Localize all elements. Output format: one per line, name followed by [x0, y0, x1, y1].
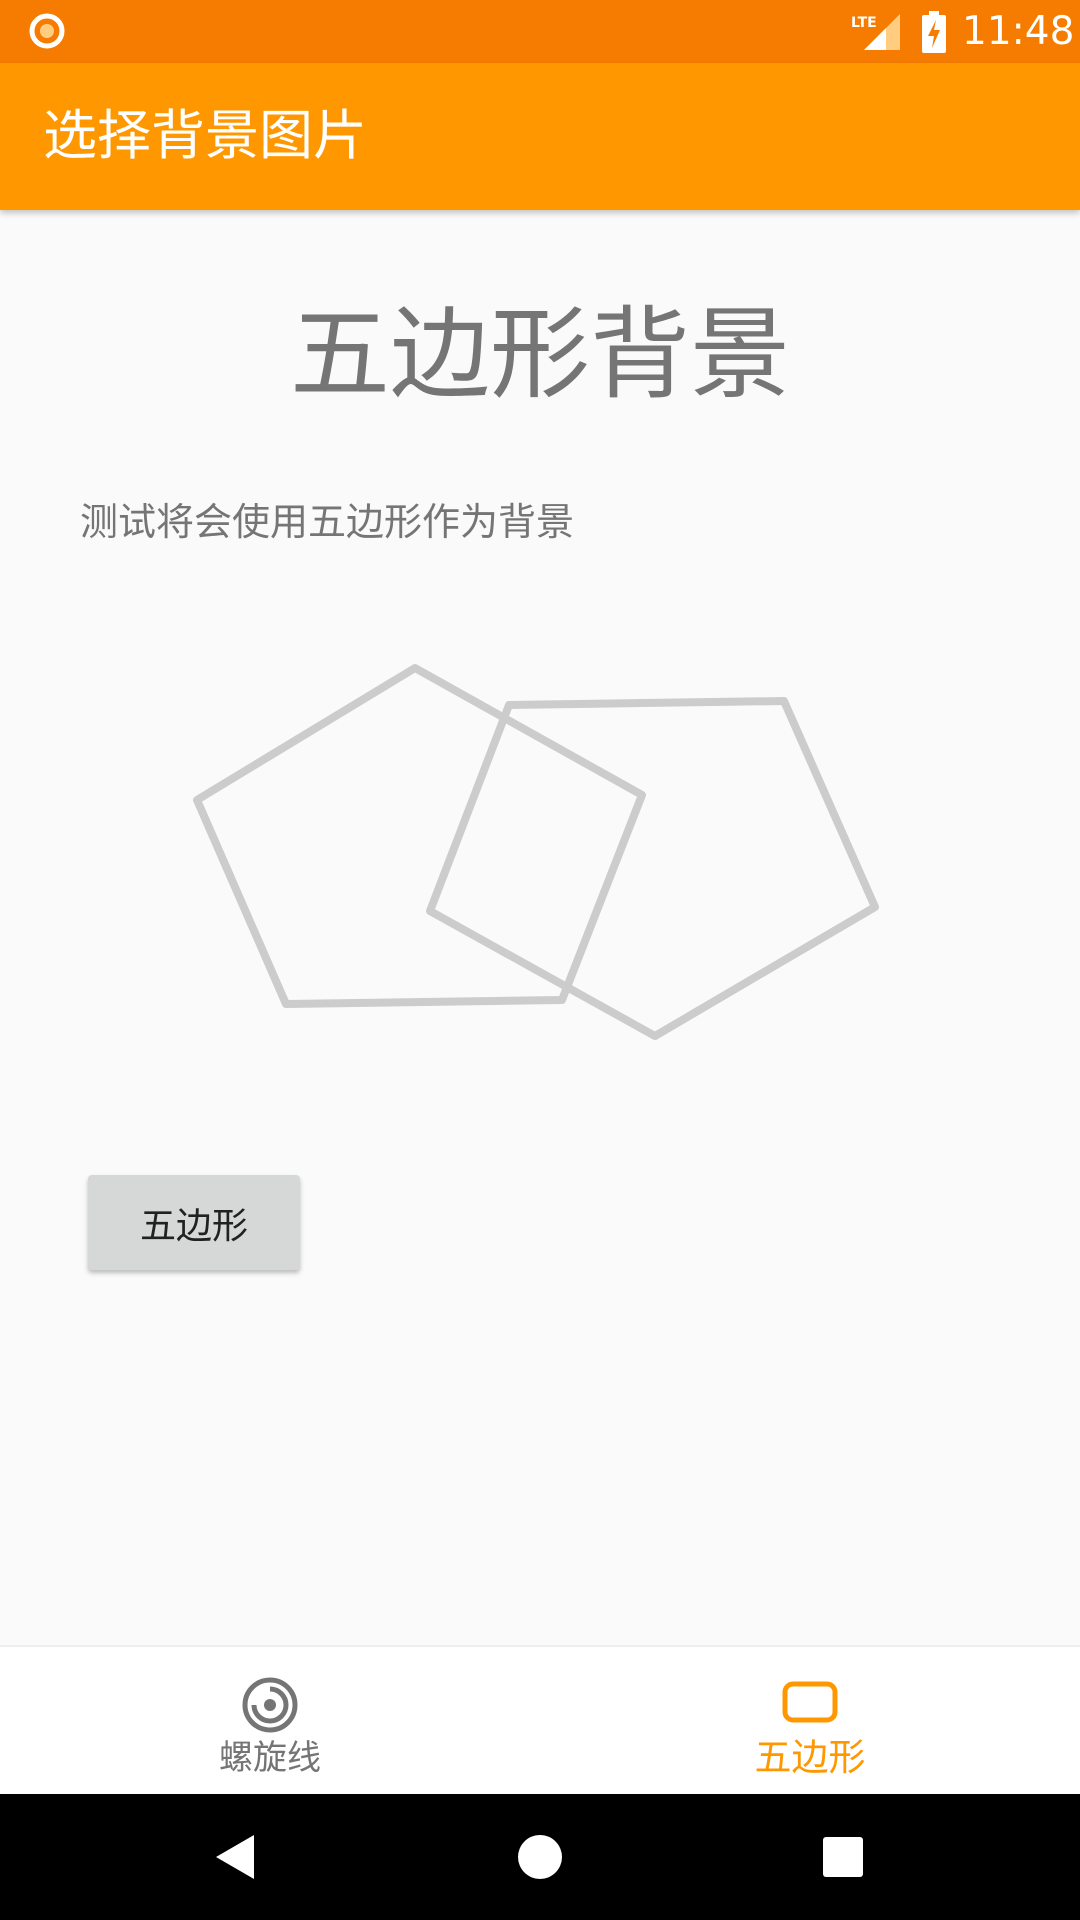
recents-square-icon[interactable] [813, 1827, 873, 1887]
pentagon-tab-icon [782, 1681, 838, 1723]
system-navigation-bar [0, 1794, 1080, 1920]
network-type-label: LTE [851, 15, 877, 31]
home-circle-icon[interactable] [510, 1827, 570, 1887]
nav-tab-pentagon-label: 五边形 [754, 1736, 866, 1779]
bottom-navigation: 螺旋线 五边形 [0, 1645, 1080, 1796]
record-dot-icon [29, 13, 65, 49]
back-triangle-icon[interactable] [206, 1827, 266, 1887]
nav-tab-spiral[interactable]: 螺旋线 [0, 1647, 540, 1796]
signal-icon: LTE [851, 14, 900, 50]
two-pentagons-illustration [193, 664, 879, 1040]
status-clock: 11:48 [962, 9, 1075, 54]
screen: LTE 11:48 选择背景图片 五边形背景 测试将会使用五边形作为背景 五边形… [0, 0, 1080, 1920]
nav-tab-pentagon[interactable]: 五边形 [540, 1647, 1080, 1796]
pentagon-button[interactable]: 五边形 [88, 1175, 300, 1270]
app-bar: 选择背景图片 [0, 63, 1080, 210]
pentagon-outline-right [426, 697, 879, 1040]
status-bar: LTE 11:48 [0, 0, 1080, 63]
spiral-icon [242, 1677, 298, 1733]
nav-tab-spiral-label: 螺旋线 [219, 1738, 321, 1778]
page-heading: 五边形背景 [290, 296, 790, 413]
page-description: 测试将会使用五边形作为背景 [80, 500, 575, 544]
app-bar-title: 选择背景图片 [43, 104, 367, 167]
pentagon-outline-left [193, 664, 646, 1008]
battery-charging-icon [922, 11, 946, 53]
